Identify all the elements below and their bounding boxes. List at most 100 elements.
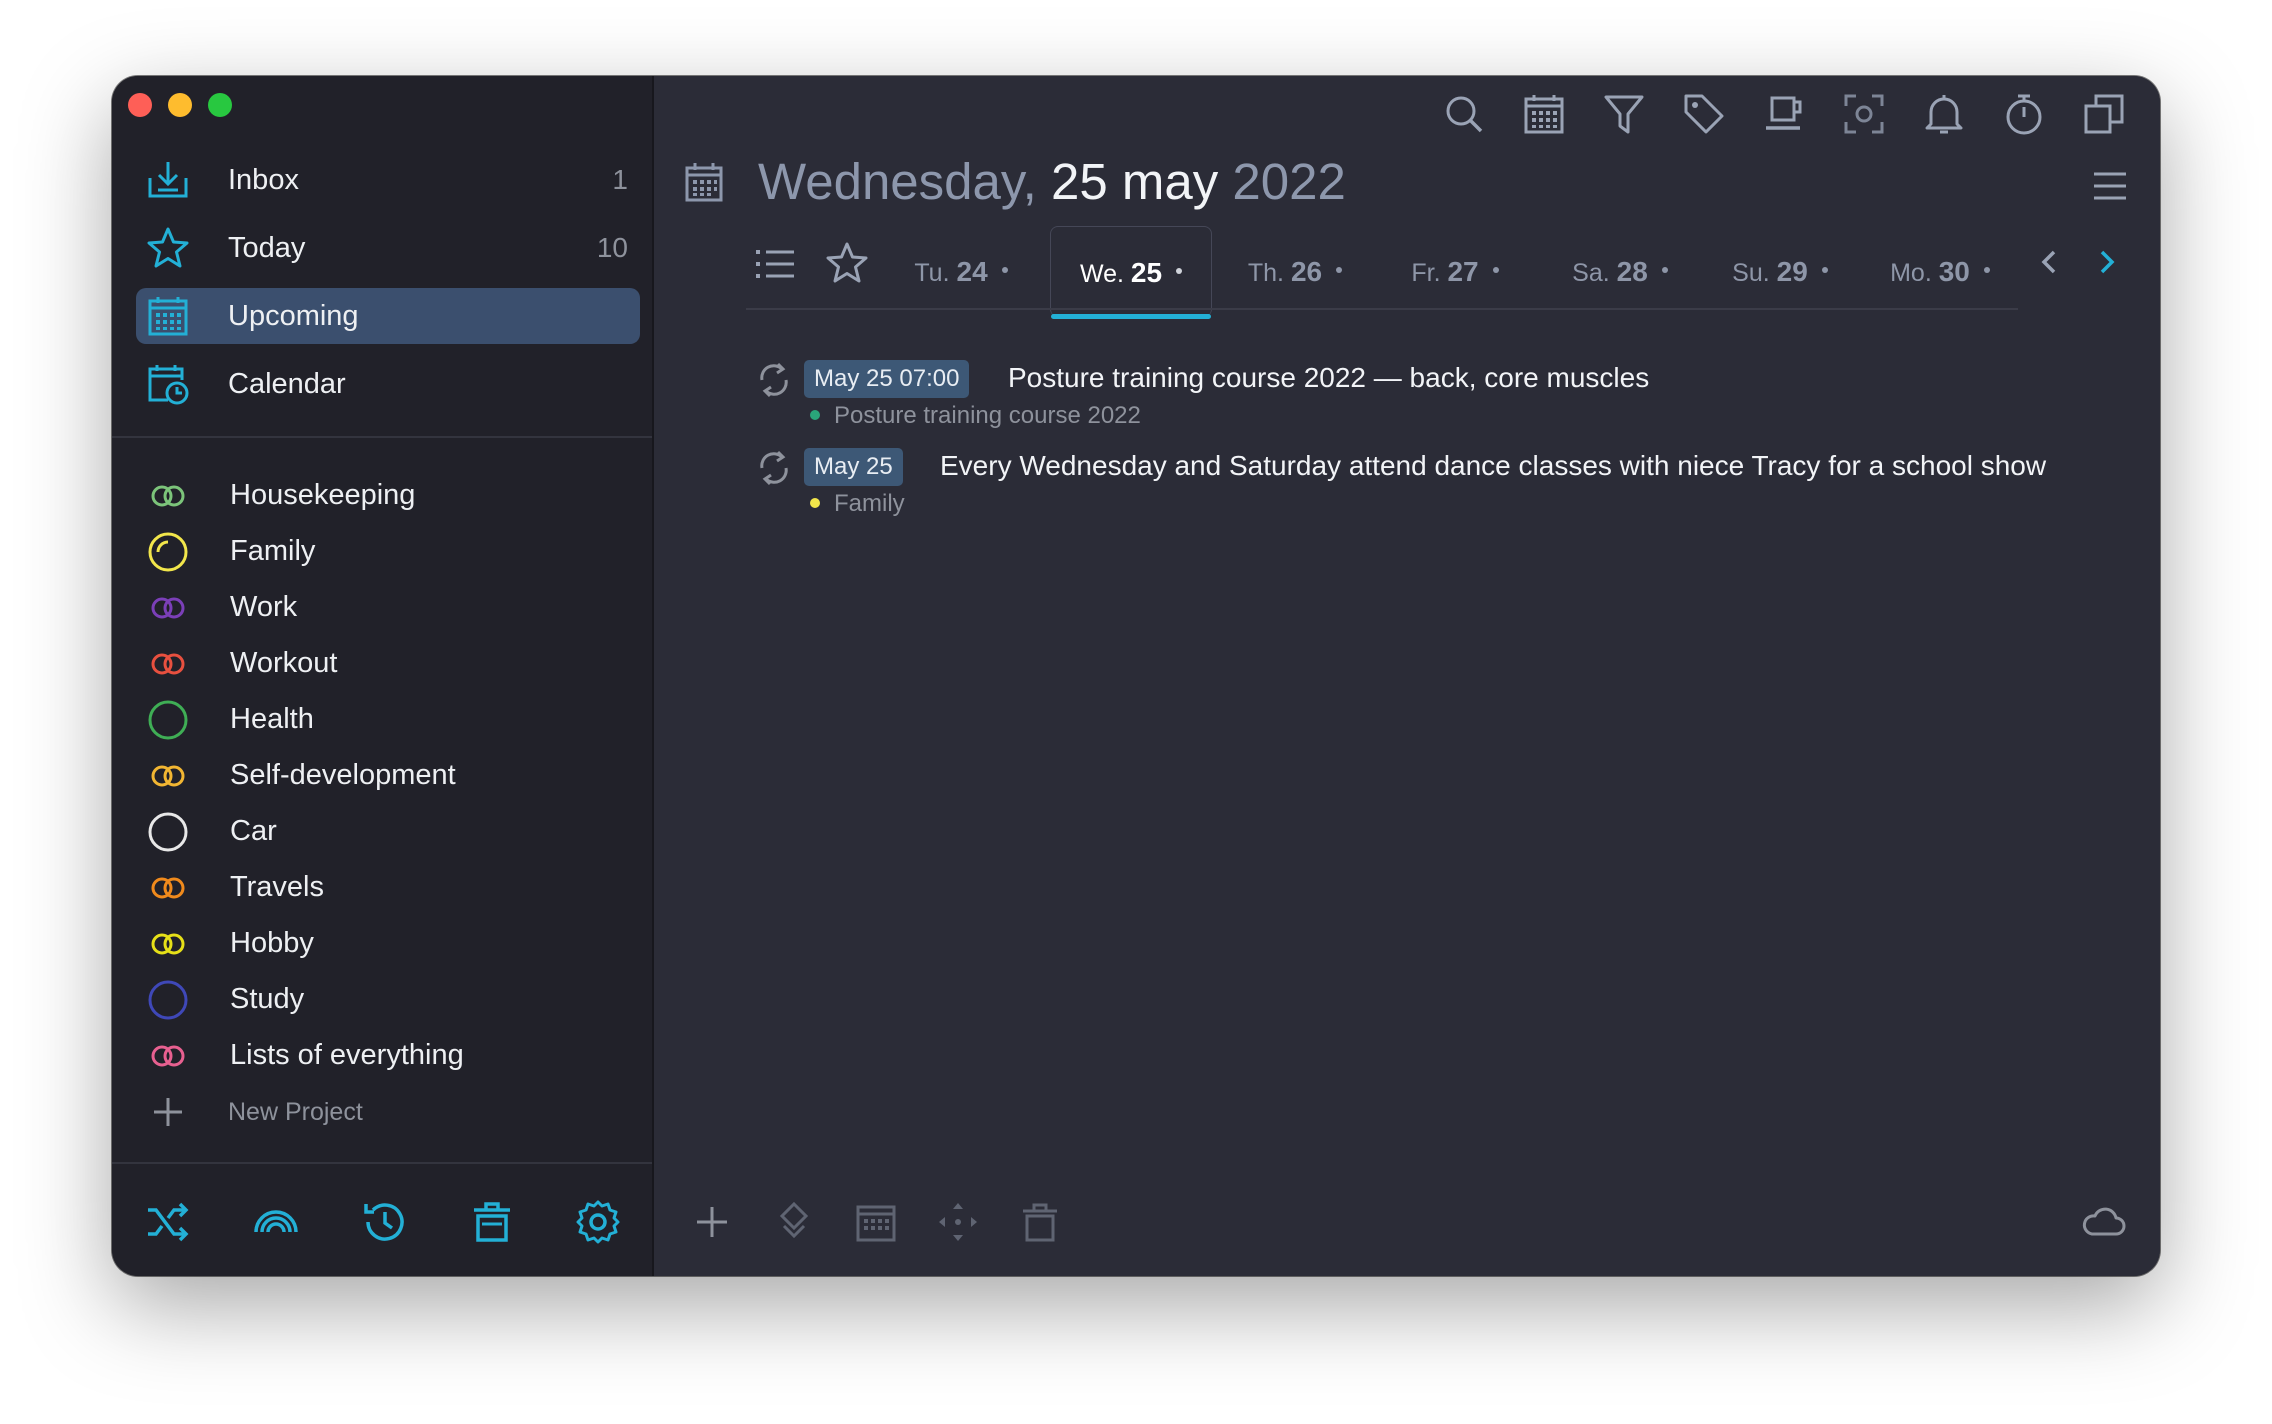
day-tab-label: Mo. 30 — [1860, 256, 2020, 288]
calendar-icon[interactable] — [1522, 92, 1566, 136]
coffee-cup-icon[interactable] — [1762, 92, 1806, 136]
cloud-icon[interactable] — [2082, 1200, 2126, 1244]
day-prefix: Su. — [1732, 259, 1770, 287]
project-label: Work — [230, 591, 298, 623]
day-tab-fr-27[interactable]: Fr. 27 — [1380, 226, 1530, 316]
project-label: Travels — [230, 871, 324, 903]
trash-icon[interactable] — [468, 1198, 516, 1246]
day-tab-sa-28[interactable]: Sa. 28 — [1540, 226, 1700, 316]
inbox-icon — [148, 162, 188, 198]
day-prefix: Sa. — [1572, 259, 1610, 287]
focus-icon[interactable] — [1842, 92, 1886, 136]
day-tab-mo-30[interactable]: Mo. 30 — [1860, 226, 2020, 316]
settings-gear-icon[interactable] — [574, 1198, 622, 1246]
project-travels[interactable]: Travels — [136, 860, 616, 914]
filter-icon[interactable] — [1602, 92, 1646, 136]
menu-lines-icon[interactable] — [2090, 166, 2130, 206]
day-prefix: Tu. — [914, 259, 950, 287]
title-year: 2022 — [1232, 153, 1346, 210]
task-project-label: Family — [834, 490, 905, 517]
rainbow-icon[interactable] — [252, 1198, 300, 1246]
ring-icon — [148, 532, 188, 572]
tabs-baseline — [746, 308, 2018, 310]
page-title: Wednesday, 25 may 2022 — [758, 152, 1346, 211]
day-number: 28 — [1616, 256, 1648, 287]
sidebar-item-label: Inbox — [228, 164, 299, 196]
project-lists-of-everything[interactable]: Lists of everything — [136, 1028, 616, 1082]
double-ring-icon — [151, 597, 185, 619]
calendar-clock-icon — [148, 365, 189, 405]
close-window-button[interactable] — [128, 93, 152, 117]
task-item[interactable]: May 25 07:00 Posture training course 202… — [754, 358, 2134, 438]
task-date-badge: May 25 07:00 — [804, 360, 970, 398]
day-tab-th-26[interactable]: Th. 26 — [1220, 226, 1370, 316]
sidebar-item-count: 10 — [596, 232, 628, 263]
shuffle-icon[interactable] — [144, 1198, 192, 1246]
add-icon[interactable] — [690, 1200, 734, 1244]
zoom-window-button[interactable] — [208, 93, 232, 117]
list-view-icon[interactable] — [754, 244, 796, 284]
project-health[interactable]: Health — [136, 692, 616, 746]
day-has-tasks-dot — [1492, 267, 1499, 274]
chevron-left-icon[interactable] — [2034, 246, 2064, 278]
sidebar-item-today[interactable]: Today 10 — [136, 220, 640, 276]
app-window: Inbox 1 Today 10 Upcoming Calendar House… — [112, 76, 2160, 1276]
double-ring-icon — [151, 1045, 185, 1067]
task-title: Posture training course 2022 — back, cor… — [1008, 362, 1650, 393]
day-tab-tu-24[interactable]: Tu. 24 — [886, 226, 1036, 316]
bell-icon[interactable] — [1922, 92, 1966, 136]
day-tab-su-29[interactable]: Su. 29 — [1700, 226, 1860, 316]
title-day-month: 25 may — [1050, 153, 1219, 210]
day-tab-label: Su. 29 — [1700, 256, 1860, 288]
day-number: 27 — [1447, 256, 1479, 287]
project-hobby[interactable]: Hobby — [136, 916, 616, 970]
project-car[interactable]: Car — [136, 804, 616, 858]
sidebar-item-upcoming[interactable]: Upcoming — [136, 288, 640, 344]
project-label: Workout — [230, 647, 338, 679]
sidebar-item-label: Calendar — [228, 368, 346, 400]
day-has-tasks-dot — [1001, 267, 1008, 274]
tag-icon[interactable] — [1682, 92, 1726, 136]
project-label: Car — [230, 815, 277, 847]
sidebar-item-calendar[interactable]: Calendar — [136, 356, 640, 412]
title-weekday: Wednesday, — [758, 153, 1037, 210]
day-prefix: Th. — [1247, 259, 1284, 287]
sidebar-item-inbox[interactable]: Inbox 1 — [136, 152, 640, 208]
search-icon[interactable] — [1442, 92, 1486, 136]
project-family[interactable]: Family — [136, 524, 616, 578]
stopwatch-icon[interactable] — [2002, 92, 2046, 136]
chevron-right-icon[interactable] — [2092, 246, 2122, 278]
project-label: Family — [230, 535, 316, 567]
ring-icon — [148, 700, 188, 740]
double-ring-icon — [151, 765, 185, 787]
project-workout[interactable]: Workout — [136, 636, 616, 690]
day-has-tasks-dot — [1336, 267, 1343, 274]
priority-icon[interactable] — [772, 1200, 816, 1244]
project-self-development[interactable]: Self-development — [136, 748, 616, 802]
day-tab-we-25[interactable]: We. 25 — [1050, 226, 1212, 319]
day-number: 30 — [1938, 256, 1970, 287]
copy-windows-icon[interactable] — [2082, 92, 2126, 136]
project-study[interactable]: Study — [136, 972, 616, 1026]
minimize-window-button[interactable] — [168, 93, 192, 117]
project-label: Hobby — [230, 927, 314, 959]
day-prefix: Mo. — [1890, 259, 1932, 287]
sidebar-divider — [112, 436, 652, 438]
star-icon[interactable] — [824, 240, 870, 286]
day-number: 26 — [1290, 256, 1323, 287]
task-project-label: Posture training course 2022 — [834, 402, 1141, 429]
move-icon[interactable] — [936, 1200, 980, 1244]
day-prefix: We. — [1079, 260, 1124, 288]
project-work[interactable]: Work — [136, 580, 616, 634]
calendar-icon[interactable] — [854, 1200, 898, 1244]
double-ring-icon — [151, 877, 185, 899]
ring-icon — [148, 980, 188, 1020]
project-label: Self-development — [230, 759, 456, 791]
task-item[interactable]: May 25 Every Wednesday and Saturday atte… — [754, 446, 2134, 526]
project-housekeeping[interactable]: Housekeeping — [136, 468, 616, 522]
trash-icon[interactable] — [1018, 1200, 1062, 1244]
sidebar: Inbox 1 Today 10 Upcoming Calendar House… — [112, 76, 654, 1276]
history-icon[interactable] — [360, 1198, 408, 1246]
new-project-button[interactable]: New Project — [136, 1084, 616, 1138]
day-has-tasks-dot — [1176, 268, 1183, 275]
